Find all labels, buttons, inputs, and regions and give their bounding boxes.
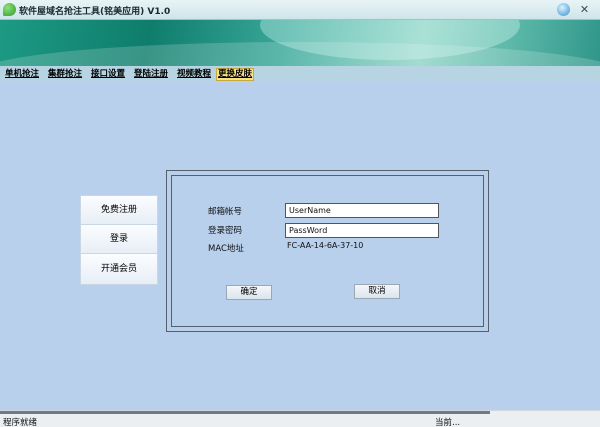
status-text: 程序就绪 <box>3 418 38 427</box>
tab-cluster-register[interactable]: 集群抢注 <box>47 68 83 81</box>
status-current: 当前... <box>435 418 461 427</box>
free-register-button[interactable]: 免费注册 <box>80 195 158 225</box>
status-bar: 程序就绪 当前... <box>0 410 600 427</box>
tab-bar: 单机抢注 集群抢注 接口设置 登陆注册 视频教程 更换皮肤 <box>0 66 600 82</box>
password-label: 登录密码 <box>208 226 243 236</box>
tab-single-register[interactable]: 单机抢注 <box>4 68 40 81</box>
tab-login-register[interactable]: 登陆注册 <box>133 68 169 81</box>
password-field[interactable] <box>285 223 439 238</box>
confirm-button[interactable]: 确定 <box>226 285 272 300</box>
email-field[interactable] <box>285 203 439 218</box>
tab-video-tutorial[interactable]: 视频教程 <box>176 68 212 81</box>
app-leaf-icon <box>3 3 16 16</box>
title-bar: 软件屋域名抢注工具(铭美应用) V1.0 ✕ <box>0 0 600 20</box>
mac-value: FC-AA-14-6A-37-10 <box>287 241 364 250</box>
window-title: 软件屋域名抢注工具(铭美应用) V1.0 <box>19 7 171 17</box>
skin-globe-icon[interactable] <box>557 3 570 16</box>
tab-api-settings[interactable]: 接口设置 <box>90 68 126 81</box>
status-progress <box>0 411 490 414</box>
header-banner <box>0 20 600 66</box>
email-label: 邮箱帐号 <box>208 207 243 217</box>
login-button[interactable]: 登录 <box>80 224 158 254</box>
close-icon[interactable]: ✕ <box>578 3 591 16</box>
tab-change-skin[interactable]: 更换皮肤 <box>216 68 255 81</box>
mac-label: MAC地址 <box>208 244 244 254</box>
open-membership-button[interactable]: 开通会员 <box>80 253 158 285</box>
cancel-button[interactable]: 取消 <box>354 284 400 299</box>
